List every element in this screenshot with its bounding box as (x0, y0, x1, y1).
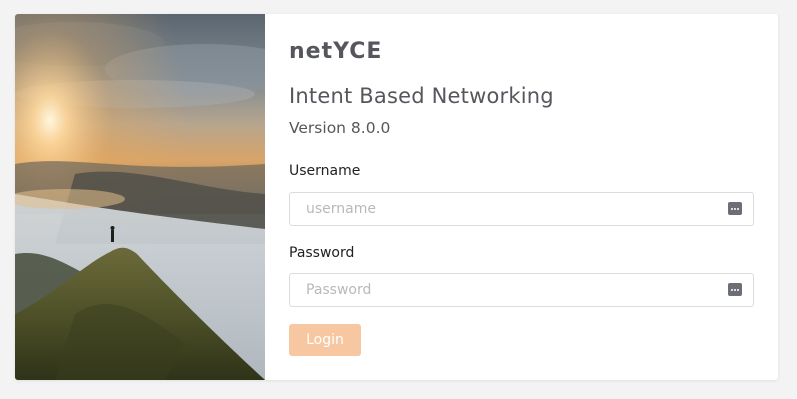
password-label: Password (289, 245, 355, 261)
version-label: Version 8.0.0 (289, 119, 391, 137)
keyboard-icon[interactable] (728, 283, 742, 296)
logo-text: netYCE (289, 40, 382, 62)
hero-image (15, 14, 265, 380)
page-title: Intent Based Networking (289, 84, 554, 108)
login-card: netYCE Intent Based Networking Version 8… (15, 14, 778, 380)
password-input[interactable] (290, 274, 710, 306)
login-button[interactable]: Login (289, 324, 361, 356)
login-panel: netYCE Intent Based Networking Version 8… (289, 14, 754, 380)
netyce-logo: netYCE (289, 39, 424, 64)
keyboard-icon[interactable] (728, 202, 742, 215)
username-label: Username (289, 163, 361, 179)
username-field-wrapper (289, 192, 754, 226)
password-field-wrapper (289, 273, 754, 307)
username-input[interactable] (290, 193, 710, 225)
